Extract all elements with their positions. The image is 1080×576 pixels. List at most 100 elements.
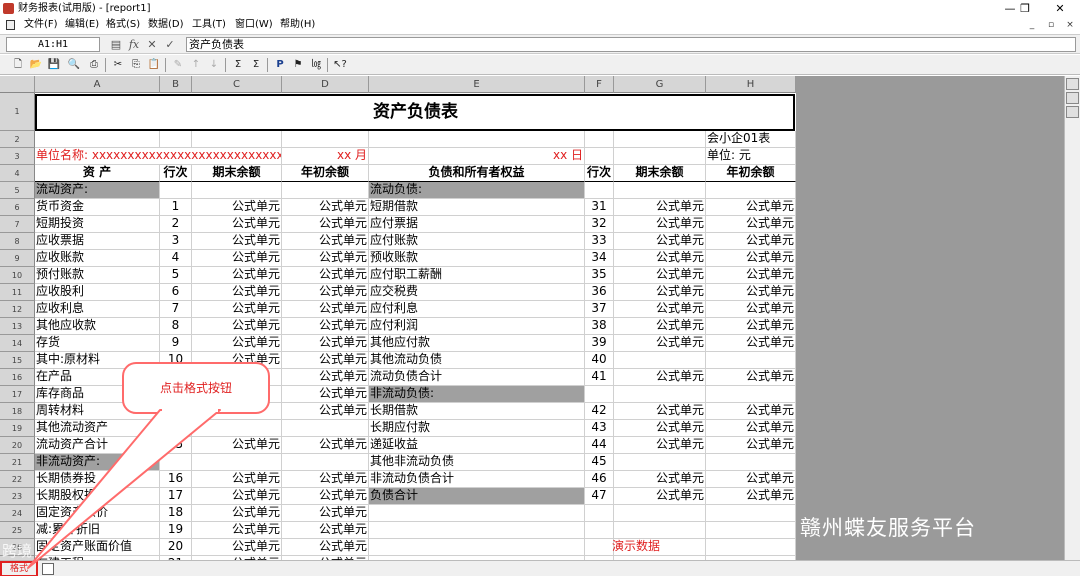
table-cell[interactable] bbox=[282, 420, 369, 437]
row-header[interactable]: 6 bbox=[0, 199, 35, 216]
table-cell[interactable]: 应付职工薪酬 bbox=[369, 267, 585, 284]
table-cell[interactable]: 20 bbox=[160, 539, 192, 556]
row-header[interactable]: 18 bbox=[0, 403, 35, 420]
table-cell[interactable] bbox=[192, 182, 282, 199]
table-cell[interactable] bbox=[192, 454, 282, 471]
row-header[interactable]: 5 bbox=[0, 182, 35, 199]
table-cell[interactable]: 公式单元 bbox=[282, 284, 369, 301]
cell[interactable] bbox=[282, 131, 369, 148]
open-icon[interactable]: 📂 bbox=[28, 57, 44, 73]
sum-icon[interactable]: Σ bbox=[230, 57, 246, 73]
child-close-button[interactable]: × bbox=[1062, 17, 1078, 33]
table-cell[interactable]: 公式单元 bbox=[706, 199, 796, 216]
table-cell[interactable]: 公式单元 bbox=[706, 233, 796, 250]
table-cell[interactable]: 公式单元 bbox=[614, 216, 706, 233]
table-cell[interactable] bbox=[706, 352, 796, 369]
table-cell[interactable]: 43 bbox=[585, 420, 614, 437]
row-header[interactable]: 11 bbox=[0, 284, 35, 301]
table-cell[interactable]: 公式单元 bbox=[706, 250, 796, 267]
table-cell[interactable]: 34 bbox=[585, 250, 614, 267]
table-cell[interactable]: 应付利润 bbox=[369, 318, 585, 335]
table-cell[interactable] bbox=[706, 539, 796, 556]
print-preview-icon[interactable]: 🔍 bbox=[66, 57, 82, 73]
paste-icon[interactable]: 📋 bbox=[146, 57, 162, 73]
table-cell[interactable]: 负债合计 bbox=[369, 488, 585, 505]
cell[interactable] bbox=[585, 148, 614, 165]
table-cell[interactable]: 流动资产合计 bbox=[35, 437, 160, 454]
log-icon[interactable]: ㏒ bbox=[308, 57, 324, 73]
table-cell[interactable]: 公式单元 bbox=[192, 284, 282, 301]
copy-icon[interactable]: ⎘ bbox=[128, 57, 144, 73]
vertical-scrollbar[interactable] bbox=[1064, 76, 1080, 560]
table-cell[interactable]: 公式单元 bbox=[706, 267, 796, 284]
table-cell[interactable]: 公式单元 bbox=[706, 488, 796, 505]
print-icon[interactable]: ⎙ bbox=[86, 57, 102, 73]
table-cell[interactable]: 其他应付款 bbox=[369, 335, 585, 352]
table-cell[interactable]: 公式单元 bbox=[614, 488, 706, 505]
table-cell[interactable]: 16 bbox=[160, 471, 192, 488]
table-cell[interactable]: 公式单元 bbox=[192, 318, 282, 335]
status-checkbox[interactable] bbox=[42, 563, 54, 575]
table-cell[interactable] bbox=[614, 386, 706, 403]
table-cell[interactable] bbox=[369, 522, 585, 539]
row-header[interactable]: 13 bbox=[0, 318, 35, 335]
table-cell[interactable]: 公式单元 bbox=[614, 267, 706, 284]
menu-format[interactable]: 格式(S) bbox=[106, 17, 140, 33]
menu-window[interactable]: 窗口(W) bbox=[235, 17, 273, 33]
function-icon[interactable]: fx bbox=[126, 37, 142, 52]
table-cell[interactable]: 1 bbox=[160, 199, 192, 216]
table-cell[interactable]: 流动负债: bbox=[369, 182, 585, 199]
table-cell[interactable] bbox=[614, 182, 706, 199]
table-cell[interactable]: 其他应收款 bbox=[35, 318, 160, 335]
function-list-icon[interactable]: ▤ bbox=[108, 37, 124, 52]
table-cell[interactable]: 固定资产账面价值 bbox=[35, 539, 160, 556]
table-cell[interactable] bbox=[160, 420, 192, 437]
table-cell[interactable]: 其他流动负债 bbox=[369, 352, 585, 369]
table-cell[interactable]: 46 bbox=[585, 471, 614, 488]
table-cell[interactable]: 6 bbox=[160, 284, 192, 301]
row-header[interactable]: 22 bbox=[0, 471, 35, 488]
header-cell[interactable]: 年初余额 bbox=[706, 165, 796, 182]
table-cell[interactable]: 公式单元 bbox=[192, 505, 282, 522]
row-header[interactable]: 9 bbox=[0, 250, 35, 267]
table-cell[interactable]: 公式单元 bbox=[282, 522, 369, 539]
table-cell[interactable] bbox=[585, 386, 614, 403]
table-cell[interactable]: 公式单元 bbox=[706, 437, 796, 454]
table-cell[interactable]: 公式单元 bbox=[614, 335, 706, 352]
table-cell[interactable]: 公式单元 bbox=[192, 488, 282, 505]
unit-cell[interactable]: 单位: 元 bbox=[706, 148, 796, 165]
maximize-button[interactable]: ❐ bbox=[1010, 0, 1040, 17]
scroll-step-button[interactable] bbox=[1066, 92, 1079, 104]
header-cell[interactable]: 期末余额 bbox=[192, 165, 282, 182]
table-cell[interactable]: 33 bbox=[585, 233, 614, 250]
table-cell[interactable]: 应收利息 bbox=[35, 301, 160, 318]
table-cell[interactable]: 公式单元 bbox=[282, 386, 369, 403]
table-cell[interactable]: 公式单元 bbox=[282, 369, 369, 386]
document-icon[interactable] bbox=[6, 20, 15, 30]
table-cell[interactable] bbox=[706, 454, 796, 471]
month-cell[interactable]: xx 月 bbox=[282, 148, 369, 165]
column-header[interactable]: C bbox=[192, 76, 282, 93]
day-cell[interactable]: xx 日 bbox=[369, 148, 585, 165]
table-cell[interactable]: 长期应付款 bbox=[369, 420, 585, 437]
table-cell[interactable]: 公式单元 bbox=[192, 216, 282, 233]
row-header[interactable]: 7 bbox=[0, 216, 35, 233]
sort-asc-icon[interactable]: ↑ bbox=[188, 57, 204, 73]
row-header[interactable]: 24 bbox=[0, 505, 35, 522]
table-cell[interactable]: 31 bbox=[585, 199, 614, 216]
table-cell[interactable] bbox=[282, 182, 369, 199]
table-cell[interactable]: 公式单元 bbox=[282, 250, 369, 267]
table-cell[interactable]: 公式单元 bbox=[706, 420, 796, 437]
scroll-step-button[interactable] bbox=[1066, 106, 1079, 118]
table-cell[interactable]: 递延收益 bbox=[369, 437, 585, 454]
row-header[interactable]: 12 bbox=[0, 301, 35, 318]
table-cell[interactable] bbox=[614, 505, 706, 522]
format-painter-icon[interactable]: ✎ bbox=[170, 57, 186, 73]
table-cell[interactable]: 公式单元 bbox=[282, 505, 369, 522]
column-header[interactable]: E bbox=[369, 76, 585, 93]
table-cell[interactable]: 公式单元 bbox=[192, 437, 282, 454]
table-cell[interactable]: 42 bbox=[585, 403, 614, 420]
header-cell[interactable]: 年初余额 bbox=[282, 165, 369, 182]
table-cell[interactable]: 5 bbox=[160, 267, 192, 284]
table-cell[interactable]: 40 bbox=[585, 352, 614, 369]
